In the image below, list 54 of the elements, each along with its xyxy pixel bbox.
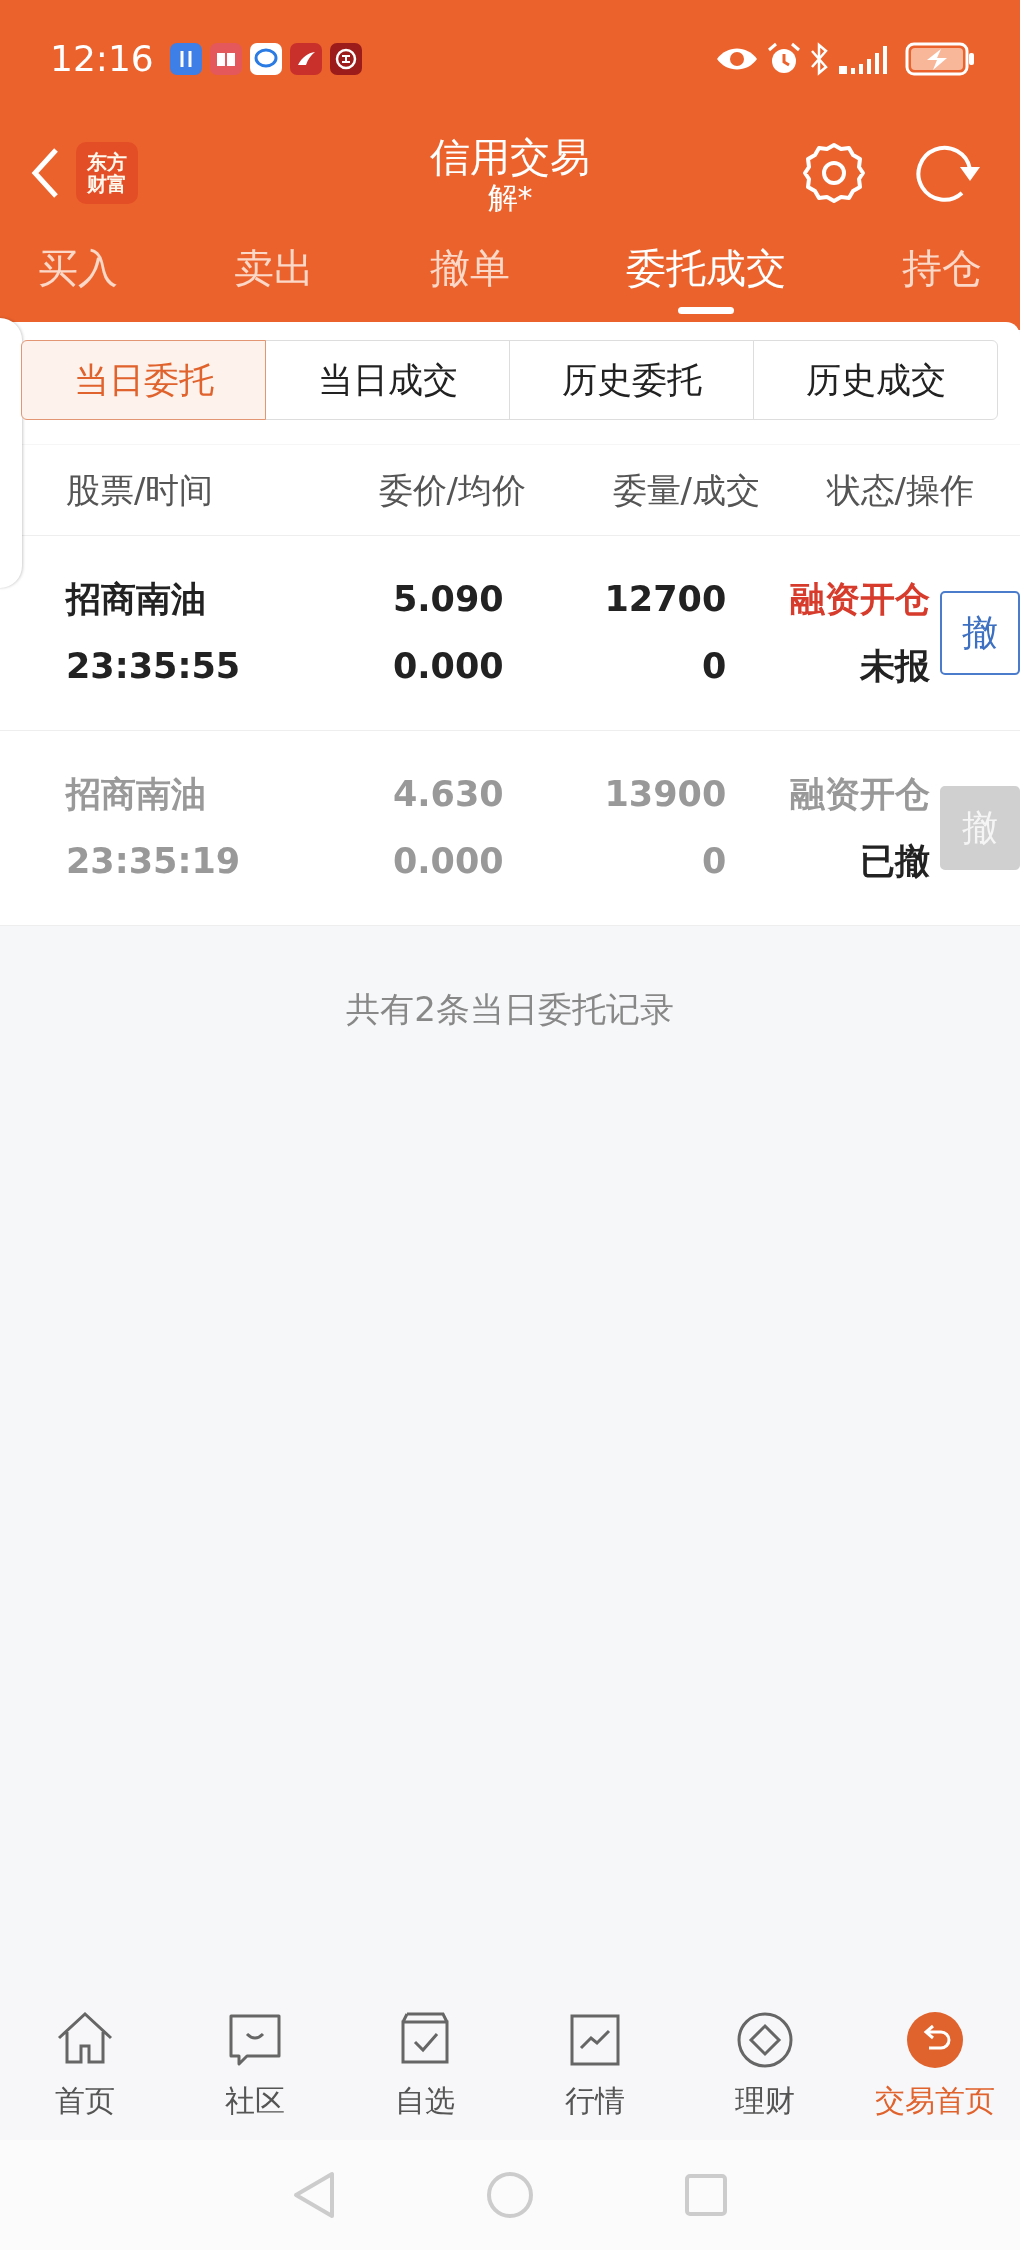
settings-icon[interactable] xyxy=(802,141,866,205)
tab[interactable]: 持仓 xyxy=(884,238,1000,320)
table-cell: 0.000 xyxy=(392,841,504,881)
table-cell: 23:35:19 xyxy=(66,841,241,881)
nav-back-icon[interactable] xyxy=(292,2170,336,2220)
app-notification-icon xyxy=(169,43,202,75)
column-header: 委量/成交 xyxy=(612,469,760,510)
page-title: 信用交易 xyxy=(430,132,590,181)
column-header: 状态/操作 xyxy=(826,469,974,510)
nav-recents-icon[interactable] xyxy=(684,2173,728,2217)
segment-tab[interactable]: 当日委托 xyxy=(21,340,266,420)
nav-tab[interactable]: 行情 xyxy=(510,1990,680,2140)
nav-tab[interactable]: 理财 xyxy=(680,1990,850,2140)
bird-notification-icon xyxy=(289,43,322,75)
column-header: 委价/均价 xyxy=(378,469,526,510)
tab[interactable]: 撤单 xyxy=(412,238,528,320)
cancel-order-button[interactable]: 撤 xyxy=(939,591,1020,675)
nav-tab[interactable]: 自选 xyxy=(340,1990,510,2140)
table-cell: 0 xyxy=(701,646,727,686)
battery-charging-icon xyxy=(905,41,975,77)
app-logo: 东方 财富 xyxy=(76,142,138,204)
table-cell: 招商南油 xyxy=(66,579,206,619)
chat-notification-icon xyxy=(249,43,282,75)
bank-notification-icon xyxy=(329,43,362,75)
bluetooth-icon xyxy=(809,42,829,76)
table-cell: 融资开仓 xyxy=(789,579,930,619)
page-subtitle: 解* xyxy=(487,180,533,214)
table-cell: 0 xyxy=(701,841,727,881)
table-cell: 招商南油 xyxy=(66,774,206,814)
segment-tab[interactable]: 历史成交 xyxy=(753,340,998,420)
back-icon[interactable] xyxy=(30,147,60,199)
book-notification-icon xyxy=(209,43,242,75)
tab[interactable]: 买入 xyxy=(20,238,136,320)
table-cell: 13900 xyxy=(604,774,727,814)
table-cell: 12700 xyxy=(604,579,727,619)
segment-tab[interactable]: 历史委托 xyxy=(509,340,754,420)
tab[interactable]: 委托成交 xyxy=(608,238,804,320)
table-cell: 已撤 xyxy=(859,841,930,881)
table-cell: 23:35:55 xyxy=(66,646,241,686)
segment-tab[interactable]: 当日成交 xyxy=(265,340,510,420)
nav-tab[interactable]: 社区 xyxy=(170,1990,340,2140)
record-count-text: 共有2条当日委托记录 xyxy=(346,989,674,1029)
nav-home-icon[interactable] xyxy=(486,2171,534,2219)
alarm-icon xyxy=(767,42,801,76)
nav-tab[interactable]: 交易首页 xyxy=(850,1990,1020,2140)
table-cell: 未报 xyxy=(859,646,930,686)
table-cell: 5.090 xyxy=(392,579,504,619)
table-cell: 融资开仓 xyxy=(789,774,930,814)
tab[interactable]: 卖出 xyxy=(216,238,332,320)
table-cell: 4.630 xyxy=(392,774,504,814)
nav-tab[interactable]: 首页 xyxy=(0,1990,170,2140)
status-time: 12:16 xyxy=(50,37,154,81)
column-header: 股票/时间 xyxy=(66,469,214,510)
table-cell: 0.000 xyxy=(392,646,504,686)
